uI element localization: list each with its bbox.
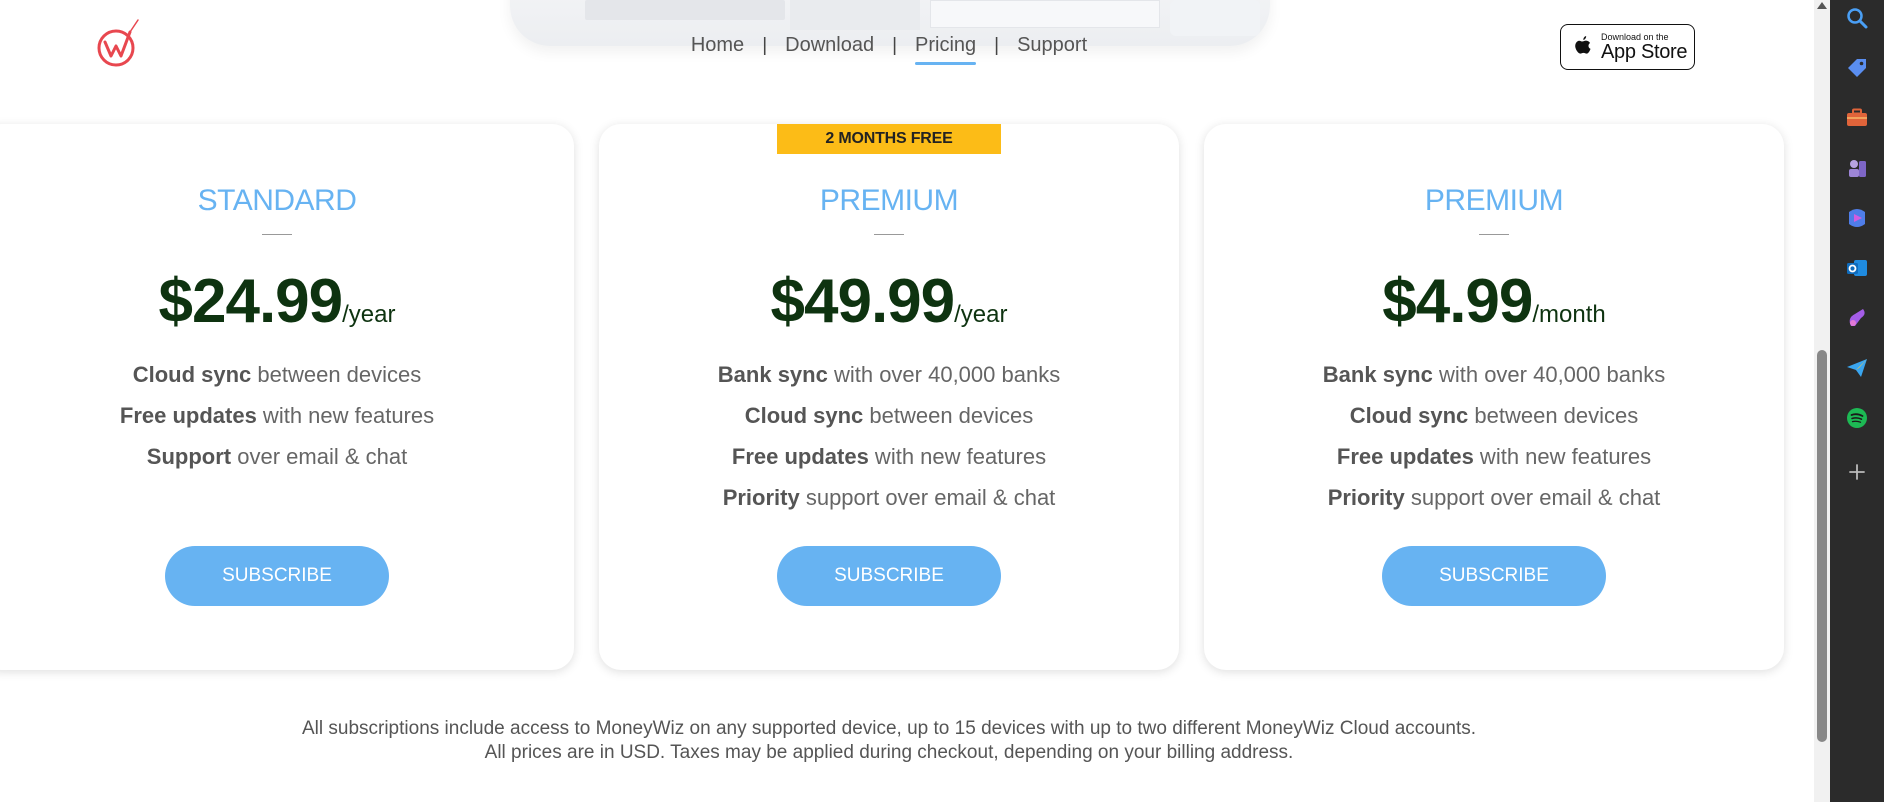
main-nav: Home | Download | Pricing | Support: [0, 34, 1778, 65]
feature-item: Cloud sync between devices: [744, 403, 1034, 428]
browser-sidebar: [1830, 0, 1884, 802]
app-store-big-text: App Store: [1601, 41, 1688, 63]
feature-item: Cloud sync between devices: [132, 362, 422, 387]
subscribe-button[interactable]: SUBSCRIBE: [1382, 546, 1606, 606]
feature-item: Priority support over email & chat: [722, 485, 1056, 510]
copilot-icon[interactable]: [1845, 206, 1869, 230]
plus-icon[interactable]: [1845, 460, 1869, 484]
page-scrollbar[interactable]: [1814, 0, 1830, 802]
search-icon[interactable]: [1845, 6, 1869, 30]
footnote-subscriptions: All subscriptions include access to Mone…: [301, 718, 1477, 739]
plan-card-premium-yearly: 2 MONTHS FREE PREMIUM $49.99 /year Bank …: [599, 124, 1179, 670]
briefcase-icon[interactable]: [1845, 106, 1869, 130]
nav-support[interactable]: Support: [999, 34, 1105, 57]
subscribe-button[interactable]: SUBSCRIBE: [165, 546, 389, 606]
nav-pricing[interactable]: Pricing: [897, 34, 994, 65]
subscribe-button[interactable]: SUBSCRIBE: [777, 546, 1001, 606]
feature-list: Bank sync with over 40,000 banks Cloud s…: [1204, 354, 1784, 518]
chess-icon[interactable]: [1845, 156, 1869, 180]
divider: [874, 234, 904, 235]
feature-item: Bank sync with over 40,000 banks: [1322, 362, 1666, 387]
feature-item: Priority support over email & chat: [1327, 485, 1661, 510]
nav-home[interactable]: Home: [673, 34, 762, 57]
price-amount: $24.99: [158, 267, 344, 336]
apple-icon: [1575, 36, 1591, 54]
feature-item: Cloud sync between devices: [1349, 403, 1639, 428]
divider: [262, 234, 292, 235]
scroll-up-arrow-icon[interactable]: [1817, 2, 1827, 9]
send-icon[interactable]: [1845, 356, 1869, 380]
feature-list: Bank sync with over 40,000 banks Cloud s…: [599, 354, 1179, 518]
app-store-badge[interactable]: Download on the App Store: [1560, 24, 1695, 70]
plan-card-standard: STANDARD $24.99 /year Cloud sync between…: [0, 124, 574, 670]
feature-item: Free updates with new features: [1336, 444, 1652, 469]
designer-icon[interactable]: [1845, 306, 1869, 330]
tag-icon[interactable]: [1845, 56, 1869, 80]
plan-name: STANDARD: [197, 184, 357, 217]
feature-item: Support over email & chat: [146, 444, 408, 469]
pricing-page: Home | Download | Pricing | Support Down…: [0, 0, 1814, 802]
plan-name: PREMIUM: [1424, 184, 1564, 217]
feature-item: Free updates with new features: [119, 403, 435, 428]
feature-item: Bank sync with over 40,000 banks: [717, 362, 1061, 387]
nav-download[interactable]: Download: [767, 34, 892, 57]
feature-list: Cloud sync between devices Free updates …: [0, 354, 574, 477]
promo-ribbon: 2 MONTHS FREE: [777, 124, 1001, 154]
scrollbar-thumb[interactable]: [1817, 350, 1827, 742]
plan-price: $24.99 /year: [0, 266, 574, 337]
plan-price: $4.99 /month: [1204, 266, 1784, 337]
feature-item: Free updates with new features: [731, 444, 1047, 469]
spotify-icon[interactable]: [1845, 406, 1869, 430]
price-period: /month: [1532, 301, 1606, 328]
price-period: /year: [954, 301, 1008, 328]
plan-name: PREMIUM: [819, 184, 959, 217]
price-amount: $4.99: [1382, 267, 1533, 336]
footnote-prices: All prices are in USD. Taxes may be appl…: [484, 742, 1294, 763]
plan-price: $49.99 /year: [599, 266, 1179, 337]
price-amount: $49.99: [770, 267, 956, 336]
price-period: /year: [342, 301, 396, 328]
plan-card-premium-monthly: PREMIUM $4.99 /month Bank sync with over…: [1204, 124, 1784, 670]
divider: [1479, 234, 1509, 235]
outlook-icon[interactable]: [1845, 256, 1869, 280]
